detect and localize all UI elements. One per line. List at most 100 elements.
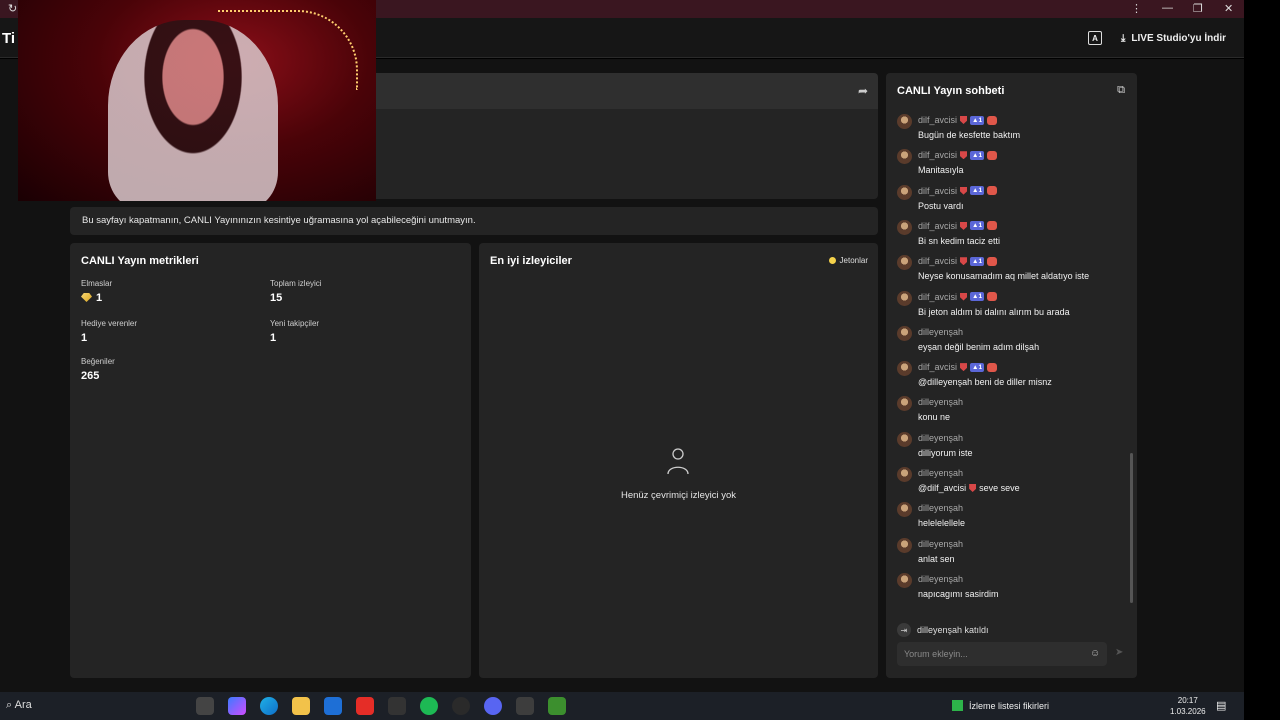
widget-icon[interactable]: [952, 700, 963, 711]
browser-menu-icon[interactable]: ⋮: [1131, 2, 1142, 15]
tray-widget-text[interactable]: İzleme listesi fikirleri: [969, 701, 1049, 711]
avatar[interactable]: [897, 325, 912, 341]
chat-username[interactable]: dilf_avcisi: [918, 221, 957, 231]
chat-message-text: Bi jeton aldım bi dalını alırım bu arada: [918, 306, 1070, 317]
chat-message-text: dilliyorum iste: [918, 447, 973, 458]
avatar[interactable]: [897, 184, 912, 200]
close-warning-text: Bu sayfayı kapatmanın, CANLI Yayınınızın…: [82, 215, 476, 226]
chat-message: dilf_avcisi ▲ 1 @dilleyenşah beni de dill…: [897, 360, 1127, 394]
chat-username[interactable]: dilf_avcisi: [918, 292, 957, 302]
chat-message-text: Manitasıyla: [918, 165, 964, 176]
diamonds-value: 1: [81, 292, 102, 304]
avatar[interactable]: [897, 396, 912, 412]
level-badge: ▲ 1: [970, 115, 985, 125]
level-badge: ▲ 1: [970, 362, 985, 372]
coins-legend-label: Jetonlar: [839, 256, 868, 265]
maximize-icon[interactable]: ❐: [1193, 2, 1203, 15]
moderator-badge-icon: [960, 257, 968, 266]
diamond-icon: [81, 293, 92, 302]
chat-message-text: konu ne: [918, 412, 951, 423]
chat-username[interactable]: dilf_avcisi: [918, 186, 957, 196]
chat-message: dilf_avcisi ▲ 1 Bi jeton aldım bi dalını …: [897, 290, 1127, 324]
minimize-icon[interactable]: —: [1162, 2, 1173, 14]
notification-icon[interactable]: ▤: [1216, 699, 1226, 712]
chat-username[interactable]: dilleyenşah: [918, 503, 963, 513]
chat-input[interactable]: [897, 642, 1107, 666]
avatar[interactable]: [897, 467, 912, 482]
level-badge: ▲ 1: [970, 292, 985, 301]
taskbar-search[interactable]: ⌕ Ara: [6, 699, 32, 712]
popout-icon[interactable]: ⧉: [1117, 84, 1125, 97]
avatar[interactable]: [897, 537, 912, 553]
chat-username[interactable]: dilleyenşah: [918, 327, 963, 337]
joined-user[interactable]: dilleyenşah: [917, 625, 962, 635]
level-badge: ▲ 1: [970, 186, 985, 196]
download-studio-button[interactable]: ⤓ LIVE Studio'yu İndir: [1121, 28, 1226, 48]
windows-taskbar: ⌕ Ara İzleme listesi fikirleri 20:17 1.0…: [0, 692, 1244, 720]
chat-message: dilf_avcisi ▲ 1 Bi sn kedim taciz etti: [897, 219, 1127, 253]
chat-message: dilf_avcisi ▲ 1 Bugün de kesfette baktım: [897, 113, 1127, 147]
youtube-icon[interactable]: [356, 697, 374, 715]
emoji-icon[interactable]: ☺: [1090, 648, 1100, 659]
obs-icon[interactable]: [452, 697, 470, 715]
edge-icon[interactable]: [260, 697, 278, 715]
avatar[interactable]: [897, 114, 912, 129]
system-tray: İzleme listesi fikirleri: [952, 700, 1049, 711]
avatar[interactable]: [897, 255, 912, 271]
chat-username[interactable]: dilf_avcisi: [918, 362, 957, 372]
refresh-icon[interactable]: ↻: [8, 2, 17, 15]
likes-value: 265: [81, 370, 100, 382]
chat-scrollbar[interactable]: [1130, 453, 1133, 603]
level-badge: ▲ 1: [970, 256, 985, 266]
avatar[interactable]: [897, 219, 912, 235]
moderator-badge-icon: [960, 221, 968, 230]
fan-badge-icon: [987, 362, 998, 372]
minecraft-icon[interactable]: [548, 697, 566, 715]
likes-label: Beğeniler: [81, 357, 115, 366]
chat-username[interactable]: dilleyenşah: [918, 397, 963, 407]
avatar[interactable]: [897, 290, 912, 306]
brand-logo: Ti: [2, 30, 16, 47]
tiktok-icon[interactable]: [388, 697, 406, 715]
chat-message-text: napıcagımı sasirdim: [918, 588, 999, 599]
copilot-icon[interactable]: [228, 697, 246, 715]
avatar[interactable]: [897, 361, 912, 377]
mail-icon[interactable]: [324, 697, 342, 715]
download-icon: ⤓: [1121, 32, 1126, 44]
chat-username[interactable]: dilleyenşah: [918, 574, 963, 584]
fan-badge-icon: [987, 115, 998, 125]
coin-dot-icon: [828, 257, 836, 264]
chat-message-text: Neyse konusamadım aq millet aldatıyo ist…: [918, 271, 1090, 282]
gifters-label: Hediye verenler: [81, 319, 138, 328]
task-view-icon[interactable]: [196, 697, 214, 715]
discord-icon[interactable]: [484, 697, 502, 715]
chat-username[interactable]: dilleyenşah: [918, 468, 963, 478]
close-icon[interactable]: ✕: [1224, 2, 1233, 15]
chat-message: dilleyenşah helelelellele: [897, 501, 1127, 535]
spotify-icon[interactable]: [420, 697, 438, 715]
chat-message-text: @dilleyenşah beni de diller misnz: [918, 377, 1052, 388]
fan-badge-icon: [987, 292, 998, 301]
total-viewers-label: Toplam izleyici: [270, 279, 322, 288]
moderator-badge-icon: [960, 186, 968, 195]
avatar[interactable]: [897, 431, 912, 447]
chat-message-text: Postu vardı: [918, 200, 964, 211]
chat-username[interactable]: dilf_avcisi: [918, 150, 957, 160]
store-icon[interactable]: [516, 697, 534, 715]
avatar[interactable]: [897, 149, 912, 165]
chat-username[interactable]: dilleyenşah: [918, 539, 963, 549]
clock-time: 20:17: [1177, 696, 1198, 705]
webcam-overlay: [18, 0, 376, 201]
chat-username[interactable]: dilf_avcisi: [918, 115, 957, 125]
share-icon[interactable]: ➦: [858, 84, 868, 98]
chat-username[interactable]: dilf_avcisi: [918, 256, 957, 266]
avatar[interactable]: [897, 572, 912, 588]
avatar[interactable]: [897, 502, 912, 518]
clock[interactable]: 20:17 1.03.2026: [1170, 695, 1206, 717]
chat-message-text-continued: seve seve: [979, 483, 1020, 493]
file-explorer-icon[interactable]: [292, 697, 310, 715]
send-icon[interactable]: ➤: [1115, 647, 1123, 658]
accessibility-button[interactable]: A: [1088, 28, 1102, 48]
chat-username[interactable]: dilleyenşah: [918, 433, 963, 443]
download-studio-label: LIVE Studio'yu İndir: [1131, 32, 1227, 44]
